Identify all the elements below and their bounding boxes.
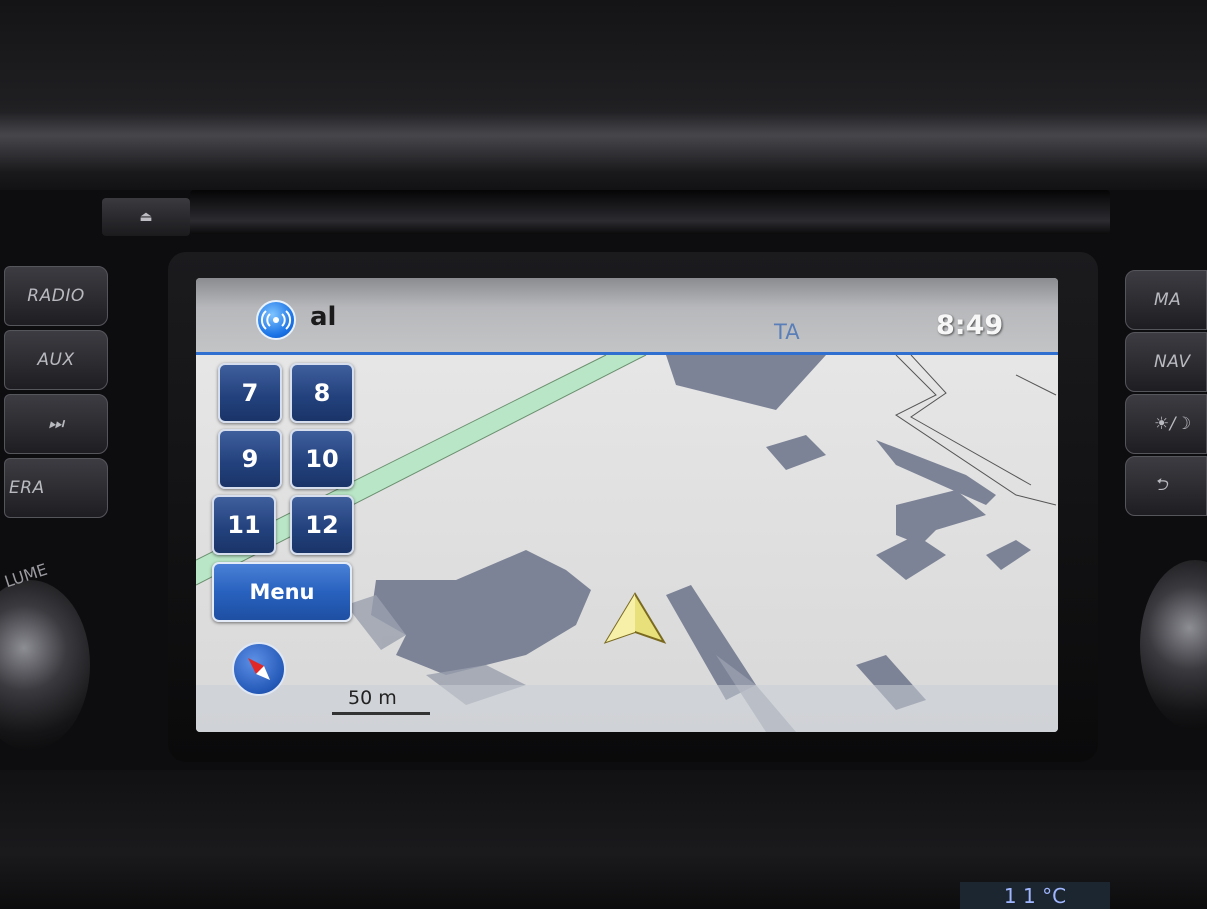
temperature-display: 1 1 °C [960,882,1110,909]
volume-knob[interactable] [0,580,90,750]
radio-hw-button[interactable]: RADIO [4,266,108,326]
map-scale-bar [332,712,430,715]
station-name: al [310,302,337,332]
back-hw-button[interactable]: ⮌ [1125,456,1207,516]
aux-hw-button[interactable]: AUX [4,330,108,390]
touchscreen: al TA 8:49 7 8 9 10 11 12 Menu 50 m [196,278,1058,732]
compass-icon[interactable] [232,642,286,696]
vehicle-position-arrow-icon [603,592,667,644]
camera-hw-button[interactable]: ERA [4,458,108,518]
status-bar: al TA 8:49 [196,278,1058,355]
eject-icon: ⏏ [139,209,153,225]
buildings [371,355,1031,710]
map-hw-button[interactable]: MA [1125,270,1207,330]
map-scale-label: 50 m [348,687,397,709]
cd-slot [190,190,1110,234]
preset-button-12[interactable]: 12 [290,495,354,555]
eject-button[interactable]: ⏏ [102,198,190,236]
preset-button-11[interactable]: 11 [212,495,276,555]
tune-knob[interactable] [1140,560,1207,730]
preset-button-10[interactable]: 10 [290,429,354,489]
dashboard-reflection [0,112,1207,172]
traffic-announcement-indicator[interactable]: TA [774,320,800,344]
navigation-map[interactable]: 7 8 9 10 11 12 Menu 50 m [196,355,1058,732]
clock: 8:49 [936,310,1004,341]
preset-button-9[interactable]: 9 [218,429,282,489]
radio-wave-icon[interactable] [256,300,296,340]
preset-button-7[interactable]: 7 [218,363,282,423]
preset-button-8[interactable]: 8 [290,363,354,423]
day-night-hw-button[interactable]: ☀/☽ [1125,394,1207,454]
skip-forward-hw-button[interactable]: ⏭ [4,394,108,454]
menu-button[interactable]: Menu [212,562,352,622]
nav-hw-button[interactable]: NAV [1125,332,1207,392]
